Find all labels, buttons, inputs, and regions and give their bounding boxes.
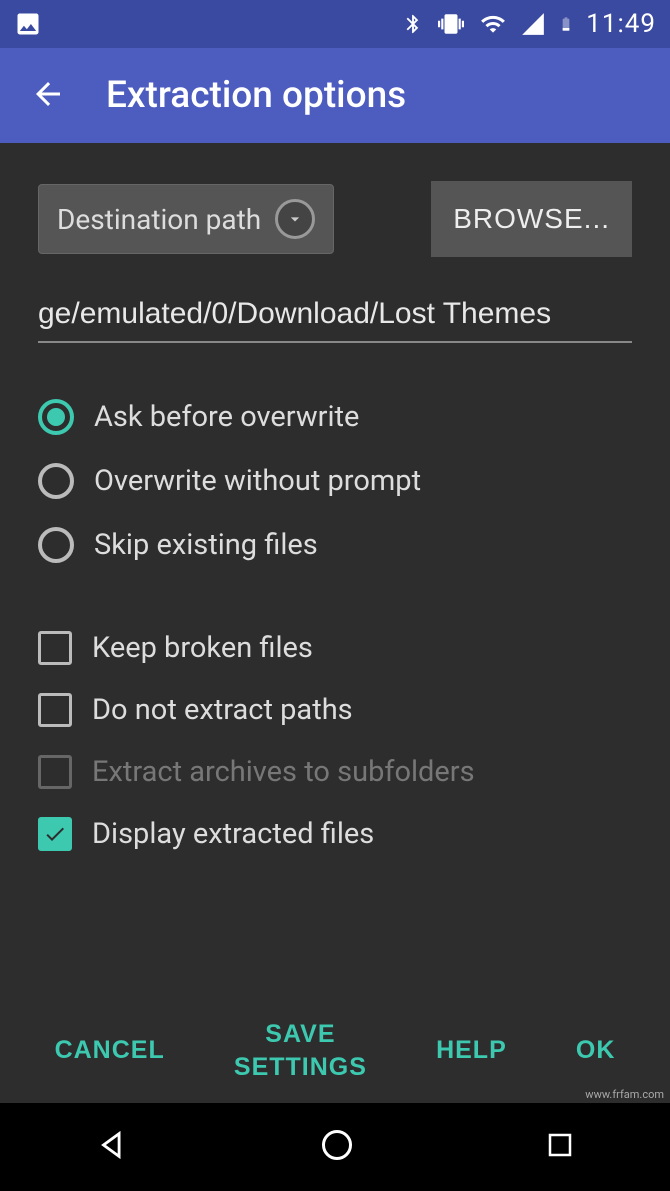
nav-recent-icon[interactable]	[545, 1130, 575, 1164]
checkbox-icon	[38, 817, 72, 851]
destination-dropdown[interactable]: Destination path	[38, 184, 334, 254]
ok-button[interactable]: OK	[576, 1034, 616, 1067]
vibrate-icon	[436, 11, 466, 37]
nav-home-icon[interactable]	[319, 1127, 355, 1167]
browse-button[interactable]: BROWSE...	[431, 181, 632, 257]
check-label: Do not extract paths	[92, 693, 353, 727]
radio-label: Skip existing files	[94, 528, 318, 562]
signal-icon	[520, 11, 546, 37]
path-input[interactable]	[38, 291, 632, 343]
status-right: 11:49	[402, 9, 656, 39]
check-keep-broken[interactable]: Keep broken files	[38, 617, 632, 679]
back-icon[interactable]	[30, 76, 66, 116]
checkbox-icon	[38, 693, 72, 727]
cancel-button[interactable]: CANCEL	[55, 1034, 165, 1067]
nav-back-icon[interactable]	[95, 1128, 129, 1166]
help-button[interactable]: HELP	[436, 1034, 507, 1067]
radio-icon	[38, 527, 74, 563]
check-label: Extract archives to subfolders	[92, 755, 475, 789]
picture-icon	[14, 10, 42, 38]
nav-bar	[0, 1103, 670, 1191]
radio-skip-existing[interactable]: Skip existing files	[38, 513, 632, 577]
save-settings-button[interactable]: SAVE SETTINGS	[234, 1018, 367, 1083]
check-subfolders: Extract archives to subfolders	[38, 741, 632, 803]
check-display-extracted[interactable]: Display extracted files	[38, 803, 632, 865]
battery-icon	[558, 10, 574, 38]
clock: 11:49	[586, 9, 656, 39]
checkbox-icon	[38, 755, 72, 789]
radio-label: Overwrite without prompt	[94, 464, 421, 498]
overwrite-radio-group: Ask before overwrite Overwrite without p…	[38, 385, 632, 577]
checkbox-group: Keep broken files Do not extract paths E…	[38, 617, 632, 865]
dest-row: Destination path BROWSE...	[38, 181, 632, 257]
check-label: Display extracted files	[92, 817, 374, 851]
bluetooth-icon	[402, 11, 424, 37]
radio-icon	[38, 399, 74, 435]
content: Destination path BROWSE... Ask before ov…	[0, 143, 670, 865]
check-label: Keep broken files	[92, 631, 313, 665]
radio-overwrite-without-prompt[interactable]: Overwrite without prompt	[38, 449, 632, 513]
wifi-icon	[478, 11, 508, 37]
check-no-paths[interactable]: Do not extract paths	[38, 679, 632, 741]
radio-ask-before-overwrite[interactable]: Ask before overwrite	[38, 385, 632, 449]
watermark: www.frfam.com	[585, 1088, 664, 1101]
bottom-actions: CANCEL SAVE SETTINGS HELP OK	[0, 1018, 670, 1103]
destination-label: Destination path	[57, 203, 261, 236]
app-bar: Extraction options	[0, 48, 670, 143]
page-title: Extraction options	[106, 74, 406, 117]
status-left	[14, 10, 42, 38]
radio-icon	[38, 463, 74, 499]
status-bar: 11:49	[0, 0, 670, 48]
radio-label: Ask before overwrite	[94, 400, 359, 434]
chevron-down-icon	[275, 199, 315, 239]
checkbox-icon	[38, 631, 72, 665]
